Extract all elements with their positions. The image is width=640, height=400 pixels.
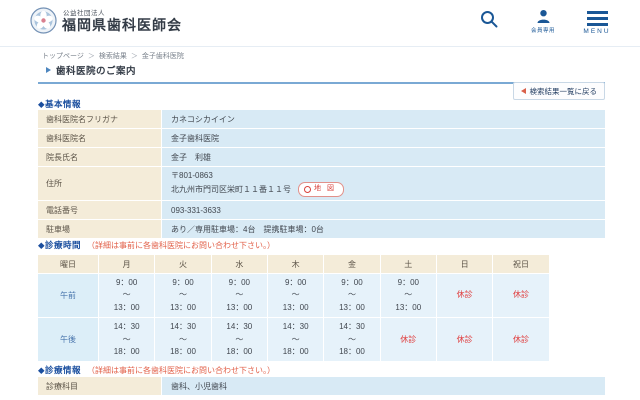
row-label: 院長氏名 [38, 148, 161, 166]
association-logo-icon [30, 7, 57, 34]
column-header: 木 [268, 255, 323, 273]
member-login-label: 会員専用 [531, 26, 555, 34]
column-header: 火 [155, 255, 210, 273]
map-pin-icon [304, 186, 311, 193]
hours-cell: 14：30 ～ 18：00 [212, 318, 267, 361]
site-header: 公益社団法人 福岡県歯科医師会 会員専用 MENU [0, 0, 640, 47]
hours-cell: 14：30 ～ 18：00 [268, 318, 323, 361]
table-row: 診療科目 歯科、小児歯科 [38, 377, 605, 395]
map-button-label: 地 図 [314, 184, 336, 195]
back-arrow-icon [521, 88, 526, 94]
hours-heading-text: ◆診療時間 [38, 240, 81, 250]
back-to-results-button[interactable]: 検索結果一覧に戻る [513, 82, 606, 100]
am-row: 午前 9：00 ～ 13：00 9：00 ～ 13：00 9：00 ～ 13：0… [38, 274, 605, 317]
person-icon [536, 9, 551, 24]
hours-cell: 14：30 ～ 18：00 [99, 318, 154, 361]
column-header: 祝日 [493, 255, 548, 273]
member-login-button[interactable]: 会員専用 [528, 9, 558, 34]
hours-cell: 9：00 ～ 13：00 [155, 274, 210, 317]
search-button[interactable] [474, 9, 504, 29]
pm-label: 午後 [38, 318, 98, 361]
search-icon [479, 9, 499, 29]
table-row: 歯科医院名フリガナ カネコシカイイン [38, 110, 605, 128]
column-header: 月 [99, 255, 154, 273]
street-address: 北九州市門司区栄町１１番１１号 [171, 184, 291, 196]
phone-value: 093-331-3633 [162, 201, 605, 219]
breadcrumb-current: 金子歯科医院 [142, 53, 184, 60]
table-row: 歯科医院名 金子歯科医院 [38, 129, 605, 147]
treatment-note: （詳細は事前に各歯科医院にお問い合わせ下さい。） [87, 366, 275, 375]
back-to-results-label: 検索結果一覧に戻る [530, 86, 598, 97]
hours-cell-closed: 休診 [381, 318, 436, 361]
treatment-table: 診療科目 歯科、小児歯科 [37, 376, 606, 396]
hours-note: （詳細は事前に各歯科医院にお問い合わせ下さい。） [87, 241, 275, 250]
row-label: 歯科医院名フリガナ [38, 110, 161, 128]
parking-value: あり／専用駐車場：4台 提携駐車場：0台 [162, 220, 605, 238]
row-label: 駐車場 [38, 220, 161, 238]
page-title-bar: 歯科医院のご案内 [38, 63, 605, 84]
hours-cell: 9：00 ～ 13：00 [99, 274, 154, 317]
hours-table: 曜日 月 火 水 木 金 土 日 祝日 午前 9：00 ～ 13：00 9：00… [37, 254, 606, 362]
column-header: 曜日 [38, 255, 98, 273]
title-marker-icon [46, 67, 51, 73]
column-header: 日 [437, 255, 492, 273]
hours-cell: 14：30 ～ 18：00 [324, 318, 379, 361]
pm-row: 午後 14：30 ～ 18：00 14：30 ～ 18：00 14：30 ～ 1… [38, 318, 605, 361]
row-label: 電話番号 [38, 201, 161, 219]
breadcrumb: トップページ ＞ 検索結果 ＞ 金子歯科医院 [42, 51, 184, 61]
row-label: 診療科目 [38, 377, 161, 395]
postal-code: 〒801-0863 [171, 170, 605, 182]
menu-button[interactable]: MENU [582, 9, 612, 35]
column-header: 土 [381, 255, 436, 273]
row-label: 住所 [38, 167, 161, 200]
table-row: 電話番号 093-331-3633 [38, 201, 605, 219]
table-row: 駐車場 あり／専用駐車場：4台 提携駐車場：0台 [38, 220, 605, 238]
row-value: 歯科、小児歯科 [162, 377, 605, 395]
menu-label: MENU [583, 28, 610, 35]
hours-cell-closed: 休診 [493, 274, 548, 317]
basic-info-table: 歯科医院名フリガナ カネコシカイイン 歯科医院名 金子歯科医院 院長氏名 金子 … [37, 109, 606, 239]
breadcrumb-search-results[interactable]: 検索結果 [99, 53, 127, 60]
hours-cell: 14：30 ～ 18：00 [155, 318, 210, 361]
treatment-heading: ◆診療情報 （詳細は事前に各歯科医院にお問い合わせ下さい。） [38, 364, 275, 376]
hours-cell: 9：00 ～ 13：00 [381, 274, 436, 317]
org-name-title: 福岡県歯科医師会 [62, 15, 182, 35]
table-header-row: 曜日 月 火 水 木 金 土 日 祝日 [38, 255, 605, 273]
hours-heading: ◆診療時間 （詳細は事前に各歯科医院にお問い合わせ下さい。） [38, 239, 275, 251]
hours-cell: 9：00 ～ 13：00 [324, 274, 379, 317]
hours-cell: 9：00 ～ 13：00 [212, 274, 267, 317]
hours-cell: 9：00 ～ 13：00 [268, 274, 323, 317]
hours-cell-closed: 休診 [493, 318, 548, 361]
am-label: 午前 [38, 274, 98, 317]
header-tools: 会員専用 MENU [474, 9, 612, 35]
hours-cell-closed: 休診 [437, 318, 492, 361]
column-header: 金 [324, 255, 379, 273]
breadcrumb-home[interactable]: トップページ [42, 53, 84, 60]
hours-cell-closed: 休診 [437, 274, 492, 317]
row-value: カネコシカイイン [162, 110, 605, 128]
table-row: 住所 〒801-0863 北九州市門司区栄町１１番１１号 地 図 [38, 167, 605, 200]
table-row: 院長氏名 金子 利雄 [38, 148, 605, 166]
breadcrumb-separator: ＞ [131, 53, 138, 60]
breadcrumb-separator: ＞ [88, 53, 95, 60]
map-button[interactable]: 地 図 [298, 182, 344, 197]
row-value: 金子歯科医院 [162, 129, 605, 147]
row-value: 金子 利雄 [162, 148, 605, 166]
row-label: 歯科医院名 [38, 129, 161, 147]
page-title: 歯科医院のご案内 [56, 63, 136, 77]
address-value: 〒801-0863 北九州市門司区栄町１１番１１号 地 図 [162, 167, 605, 200]
page: 公益社団法人 福岡県歯科医師会 会員専用 MENU [0, 0, 640, 400]
hamburger-icon [587, 9, 608, 26]
column-header: 水 [212, 255, 267, 273]
treatment-heading-text: ◆診療情報 [38, 365, 81, 375]
